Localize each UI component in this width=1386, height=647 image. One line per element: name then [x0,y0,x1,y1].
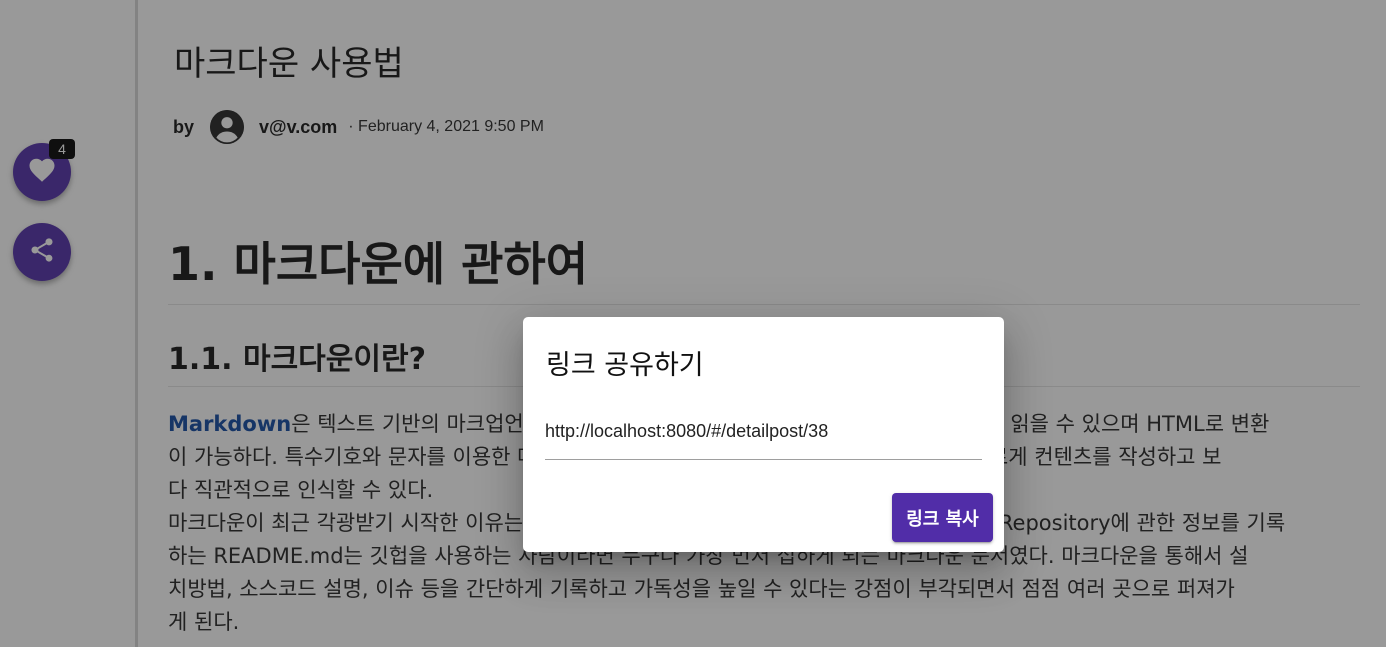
dialog-title: 링크 공유하기 [546,350,704,381]
share-url-input[interactable] [545,409,982,453]
share-url-field[interactable] [545,409,982,460]
page: 4 마크다운 사용법 by v@v.com · February 4, 2021… [0,0,1386,647]
copy-link-button[interactable]: 링크 복사 [892,493,993,542]
share-link-dialog: 링크 공유하기 링크 복사 [523,317,1004,552]
